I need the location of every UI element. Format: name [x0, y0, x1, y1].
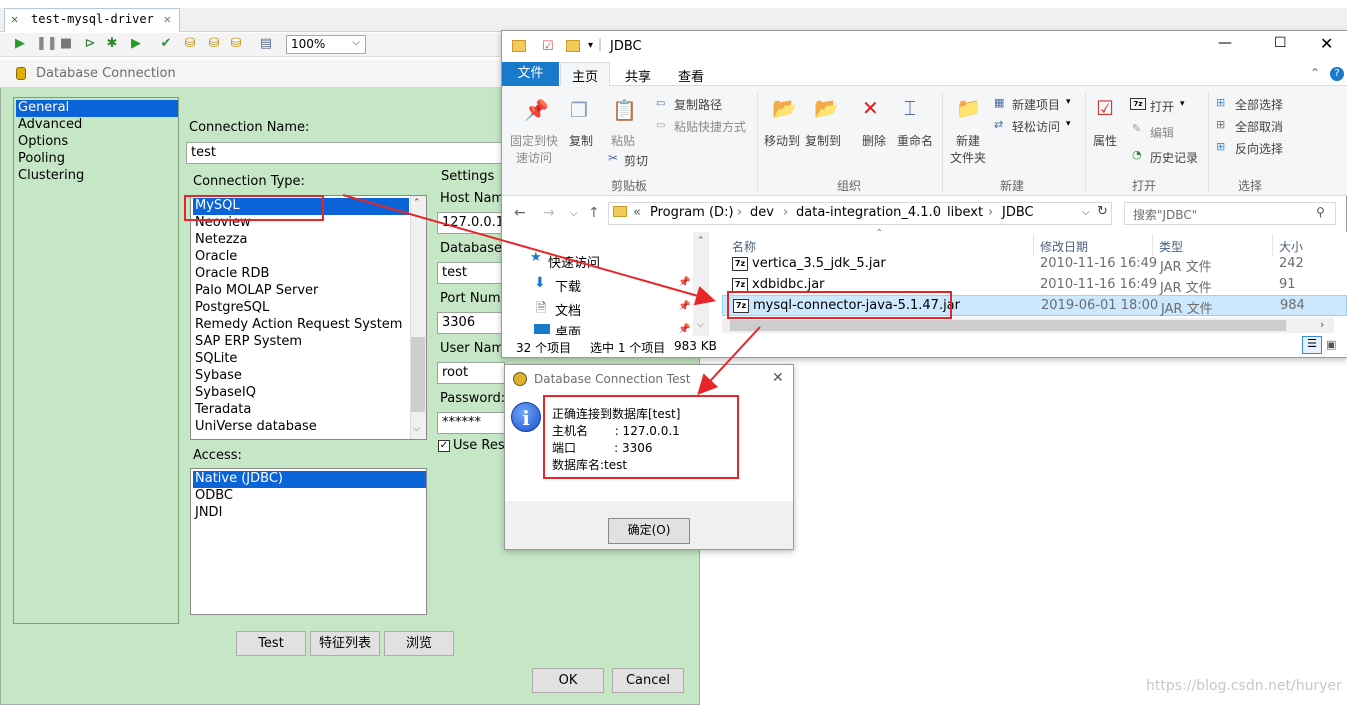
arrow-to-result — [697, 326, 761, 395]
watermark: https://blog.csdn.net/huryer — [1146, 678, 1342, 694]
annotation-arrows — [342, 194, 761, 395]
arrow-to-jar — [342, 194, 716, 306]
